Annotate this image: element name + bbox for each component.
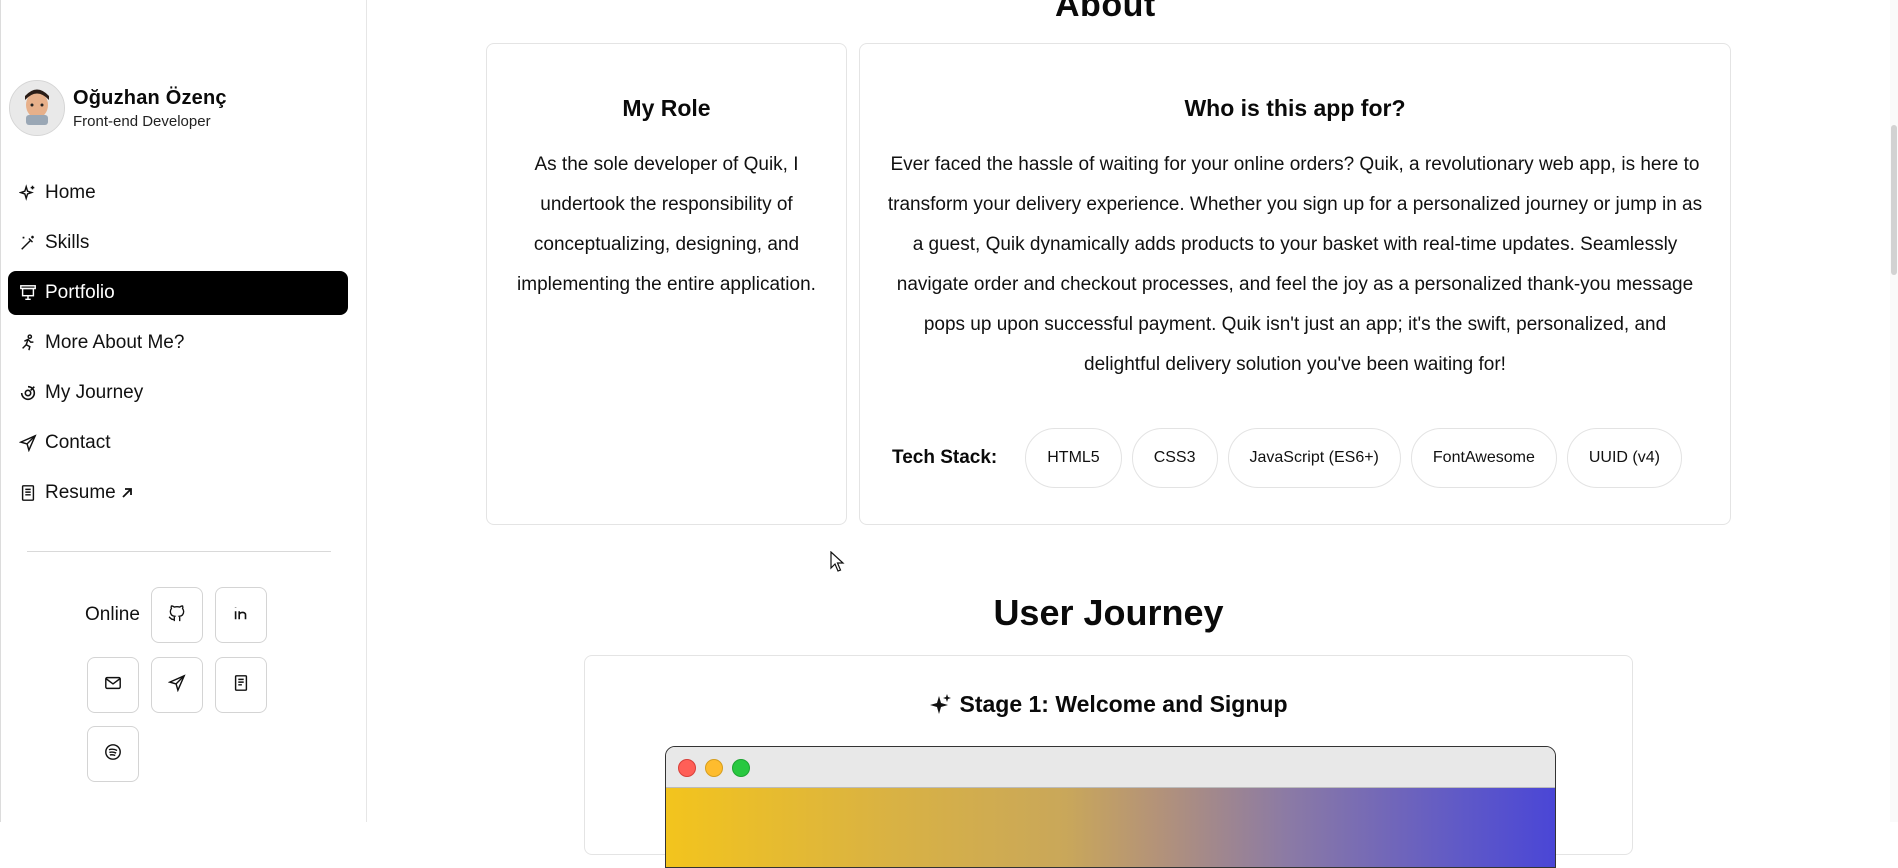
profile-name: Oğuzhan Özenç [73,86,227,109]
about-heading: About [1055,0,1156,24]
role-card: My Role As the sole developer of Quik, I… [486,43,847,525]
tech-chip: JavaScript (ES6+) [1227,428,1401,488]
browser-mockup [665,746,1556,868]
document-icon [18,483,38,503]
linkedin-button[interactable] [215,587,267,643]
sidebar-nav: Home Skills Portfolio More About Me? My … [8,171,348,521]
resume-button[interactable] [215,657,267,713]
mail-icon [104,674,122,697]
linkedin-icon [232,604,250,627]
sidebar-item-label: Home [45,182,96,203]
sparkle-icon [18,183,38,203]
close-dot [678,759,696,777]
sidebar-item-more-about-me[interactable]: More About Me? [8,321,348,365]
profile-role: Front-end Developer [73,112,211,130]
presentation-icon [18,283,38,303]
send-icon [18,433,38,453]
audience-card-title: Who is this app for? [1184,95,1406,121]
scrollbar-thumb[interactable] [1891,125,1897,275]
sidebar-item-my-journey[interactable]: My Journey [8,371,348,415]
sidebar-item-label: Skills [45,232,90,253]
sidebar-item-label: Portfolio [45,282,115,303]
online-label: Online [85,604,140,625]
stage-card: Stage 1: Welcome and Signup [584,655,1633,868]
mouse-cursor-icon [830,550,846,578]
sidebar-item-home[interactable]: Home [8,171,348,215]
wand-icon [18,233,38,253]
sidebar-item-label: Contact [45,432,111,453]
journey-icon [18,383,38,403]
tech-stack-label: Tech Stack: [892,447,998,468]
tech-chip: CSS3 [1131,428,1218,488]
telegram-icon [167,673,186,697]
maximize-dot [732,759,750,777]
running-person-icon [18,333,38,353]
tech-stack: Tech Stack: HTML5 CSS3 JavaScript (ES6+)… [892,428,1692,488]
tech-chip: FontAwesome [1410,428,1557,488]
stage-title: Stage 1: Welcome and Signup [585,691,1632,718]
sidebar-item-resume[interactable]: Resume [8,471,348,515]
audience-card-body: Ever faced the hassle of waiting for you… [887,154,1703,375]
github-icon [168,604,186,627]
sidebar-item-portfolio[interactable]: Portfolio [8,271,348,315]
sidebar-item-label: My Journey [45,382,144,403]
scrollbar[interactable] [1890,0,1898,822]
avatar [9,80,65,136]
user-journey-heading: User Journey [993,592,1224,633]
screenshot-preview [666,788,1555,867]
telegram-button[interactable] [151,657,203,713]
email-button[interactable] [87,657,139,713]
profile: Oğuzhan Özenç Front-end Developer [9,80,227,136]
audience-card: Who is this app for? Ever faced the hass… [859,43,1731,525]
sidebar: Oğuzhan Özenç Front-end Developer Home S… [0,0,367,822]
spotify-button[interactable] [87,726,139,782]
tech-chip: HTML5 [1025,428,1122,488]
sparkle-icon [929,693,953,717]
sidebar-item-label: Resume [45,482,116,503]
browser-title-bar [666,747,1555,788]
sidebar-divider [27,551,331,552]
tech-chip: UUID (v4) [1566,428,1682,488]
sidebar-item-skills[interactable]: Skills [8,221,348,265]
spotify-icon [104,743,122,766]
github-button[interactable] [151,587,203,643]
external-link-icon [120,486,134,500]
stage-title-text: Stage 1: Welcome and Signup [959,691,1288,717]
sidebar-item-label: More About Me? [45,332,185,353]
role-card-title: My Role [622,95,711,121]
role-card-body: As the sole developer of Quik, I underto… [517,154,816,295]
minimize-dot [705,759,723,777]
resume-icon [232,674,250,697]
sidebar-item-contact[interactable]: Contact [8,421,348,465]
